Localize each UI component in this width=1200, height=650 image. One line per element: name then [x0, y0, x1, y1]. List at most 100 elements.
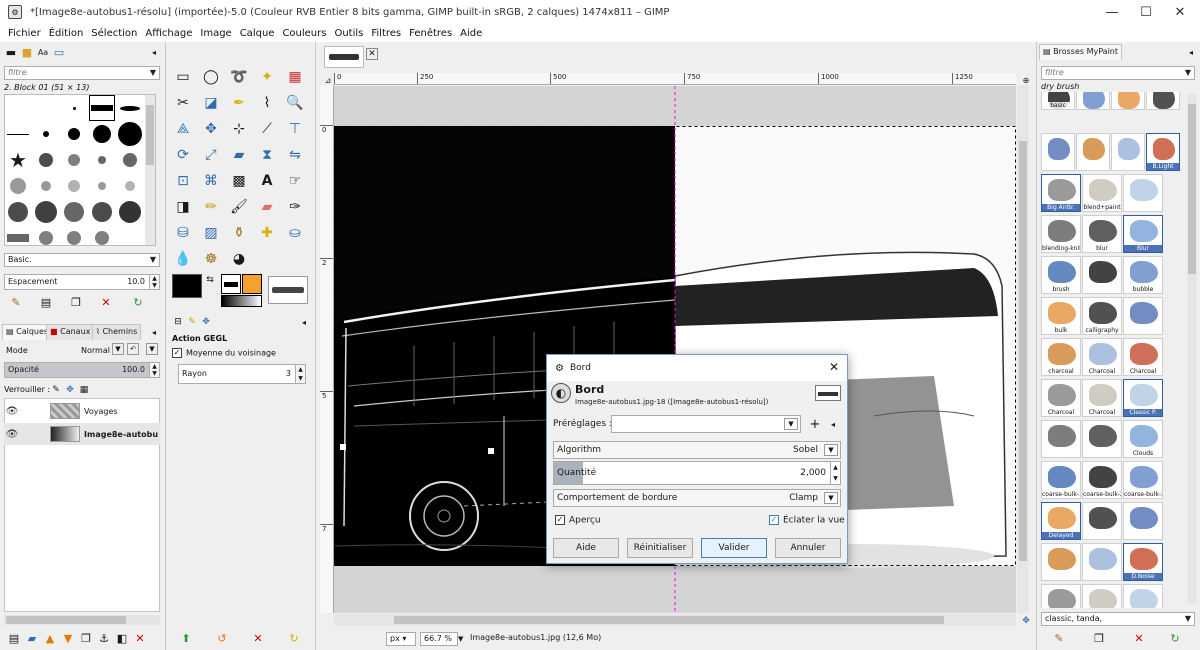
- mypaint-brush-grid[interactable]: basic B.Light Big AirBr. blend+paint blendin…: [1041, 92, 1185, 608]
- brush-item[interactable]: [117, 173, 143, 199]
- navigate-icon[interactable]: ✥: [1018, 613, 1034, 629]
- brush-item[interactable]: [5, 173, 31, 199]
- dialog-close-button[interactable]: ✕: [829, 360, 839, 374]
- delete-tool-options-icon[interactable]: ✕: [250, 630, 266, 646]
- mypaint-brush-item[interactable]: [1082, 256, 1122, 294]
- canvas-vscrollbar[interactable]: [1017, 85, 1029, 613]
- mypaint-brush-item[interactable]: bulk: [1041, 297, 1081, 335]
- menu-select[interactable]: Sélection: [87, 28, 141, 39]
- heal-tool-icon[interactable]: ✚: [256, 222, 278, 244]
- menu-view[interactable]: Affichage: [141, 28, 196, 39]
- brush-item[interactable]: [117, 95, 143, 121]
- pattern-preview[interactable]: [242, 274, 262, 294]
- move-tool-icon[interactable]: ✥: [200, 118, 222, 140]
- gradient-preview[interactable]: [221, 295, 262, 307]
- scale-tool-icon[interactable]: ⤢: [200, 144, 222, 166]
- lasso-tool-icon[interactable]: ➰: [228, 66, 250, 88]
- mypaint-brush-item[interactable]: [1082, 420, 1122, 458]
- brush-grid-scrollbar[interactable]: [145, 95, 155, 245]
- spinner-arrows-icon[interactable]: ▲ ▼: [295, 365, 305, 383]
- paths-tool-icon[interactable]: ✒: [228, 92, 250, 114]
- vertical-ruler[interactable]: 0 2 5 7: [320, 85, 334, 613]
- mypaint-brush-item[interactable]: [1076, 92, 1110, 110]
- color-picker-tool-icon[interactable]: ⌇: [256, 92, 278, 114]
- mypaint-brush-item[interactable]: [1041, 420, 1081, 458]
- chevron-down-icon[interactable]: ▼: [146, 343, 158, 355]
- rect-select-tool-icon[interactable]: ▭: [172, 66, 194, 88]
- edit-brush-icon[interactable]: ✎: [8, 294, 24, 310]
- brush-item[interactable]: [5, 199, 31, 225]
- font-tab-icon[interactable]: Aa: [35, 44, 51, 60]
- layer-row-image[interactable]: 👁 Image8e-autobu: [4, 423, 160, 445]
- menu-layer[interactable]: Calque: [236, 28, 279, 39]
- mypaint-brush-item[interactable]: bubble: [1123, 256, 1163, 294]
- mode-reset-icon[interactable]: ↶: [127, 343, 139, 355]
- mypaint-brush-item[interactable]: Charcoal: [1082, 338, 1122, 376]
- menu-image[interactable]: Image: [196, 28, 235, 39]
- blur-tool-icon[interactable]: 💧: [172, 248, 194, 270]
- mypaint-brush-item[interactable]: Classic P.: [1123, 379, 1163, 417]
- panel-menu-icon[interactable]: ◂: [146, 324, 162, 340]
- mypaint-brush-item[interactable]: [1111, 92, 1145, 110]
- swap-colors-icon[interactable]: ⇆: [202, 272, 218, 288]
- mypaint-brush-item[interactable]: [1082, 543, 1122, 581]
- mypaint-brush-item[interactable]: [1041, 543, 1081, 581]
- duplicate-layer-icon[interactable]: ❐: [78, 630, 94, 646]
- brush-item[interactable]: [61, 199, 87, 225]
- eraser-tool-icon[interactable]: ▰: [256, 196, 278, 218]
- perspective-clone-tool-icon[interactable]: ⛀: [284, 222, 306, 244]
- pencil-tool-icon[interactable]: ✏: [200, 196, 222, 218]
- mypaint-brush-item[interactable]: Charcoal: [1041, 379, 1081, 417]
- edit-mypaint-brush-icon[interactable]: ✎: [1051, 630, 1067, 646]
- foreground-color-swatch[interactable]: [172, 274, 202, 298]
- border-behavior-combo[interactable]: Comportement de bordure Clamp ▼: [553, 489, 841, 507]
- brush-item[interactable]: [117, 199, 143, 225]
- lock-alpha-icon[interactable]: ▦: [76, 382, 92, 398]
- brush-preset-select[interactable]: Basic. ▼: [4, 253, 160, 267]
- brush-item[interactable]: [33, 173, 59, 199]
- mask-layer-icon[interactable]: ◧: [114, 630, 130, 646]
- mypaint-brush-item[interactable]: coarse-bulk-3: [1123, 461, 1163, 499]
- shear-tool-icon[interactable]: ▰: [228, 144, 250, 166]
- brush-item[interactable]: [89, 121, 115, 147]
- canvas-hscrollbar[interactable]: [334, 614, 1016, 626]
- layers-hscrollbar[interactable]: [4, 615, 160, 625]
- help-button[interactable]: Aide: [553, 538, 619, 558]
- brush-item[interactable]: [61, 147, 87, 173]
- mypaint-brush-item[interactable]: D.Noise: [1123, 543, 1163, 581]
- delete-layer-icon[interactable]: ✕: [132, 630, 148, 646]
- delete-brush-icon[interactable]: ✕: [98, 294, 114, 310]
- mypaint-brush-item[interactable]: calligraphy: [1082, 297, 1122, 335]
- brush-item[interactable]: [33, 147, 59, 173]
- panel-menu-icon[interactable]: ◂: [146, 44, 162, 60]
- menu-filters[interactable]: Filtres: [367, 28, 405, 39]
- brush-item[interactable]: [89, 147, 115, 173]
- dodge-burn-tool-icon[interactable]: ◕: [228, 248, 250, 270]
- presets-combo[interactable]: ▼: [611, 415, 801, 433]
- unified-transform-tool-icon[interactable]: ⊤: [284, 118, 306, 140]
- bucket-fill-tool-icon[interactable]: ▩: [228, 170, 250, 192]
- brush-item[interactable]: ★: [5, 147, 31, 173]
- brush-item[interactable]: [33, 225, 59, 245]
- close-image-tab-icon[interactable]: ✕: [366, 48, 378, 60]
- mypaint-brush-item[interactable]: brush: [1041, 256, 1081, 294]
- brush-item[interactable]: [89, 173, 115, 199]
- zoom-select[interactable]: 66.7 %: [420, 632, 458, 646]
- spacing-spinner[interactable]: Espacement 10.0 ▲ ▼: [4, 274, 160, 290]
- brush-item[interactable]: [61, 225, 87, 245]
- sample-average-checkbox[interactable]: ✓ Moyenne du voisinage: [172, 348, 276, 358]
- amount-spinner[interactable]: Quantité 2,000 ▲ ▼: [553, 461, 841, 485]
- mypaint-brush-item[interactable]: Blur: [1123, 215, 1163, 253]
- split-view-checkbox[interactable]: ✓ Éclater la vue: [769, 515, 845, 526]
- menu-colors[interactable]: Couleurs: [278, 28, 330, 39]
- menu-help[interactable]: Aide: [456, 28, 486, 39]
- add-preset-icon[interactable]: +: [807, 416, 823, 432]
- chevron-down-icon[interactable]: ▼: [458, 632, 463, 646]
- cage-tool-icon[interactable]: ⊡: [172, 170, 194, 192]
- tab-paths[interactable]: ⌇ Chemins: [92, 324, 142, 340]
- opacity-spinner[interactable]: Opacité 100.0 ▲ ▼: [4, 362, 160, 378]
- duplicate-mypaint-brush-icon[interactable]: ❐: [1091, 630, 1107, 646]
- mypaint-brush-item[interactable]: Big AirBr.: [1041, 174, 1081, 212]
- reset-button[interactable]: Réinitialiser: [627, 538, 693, 558]
- mypaint-filter-input[interactable]: filtre ▼: [1041, 66, 1195, 80]
